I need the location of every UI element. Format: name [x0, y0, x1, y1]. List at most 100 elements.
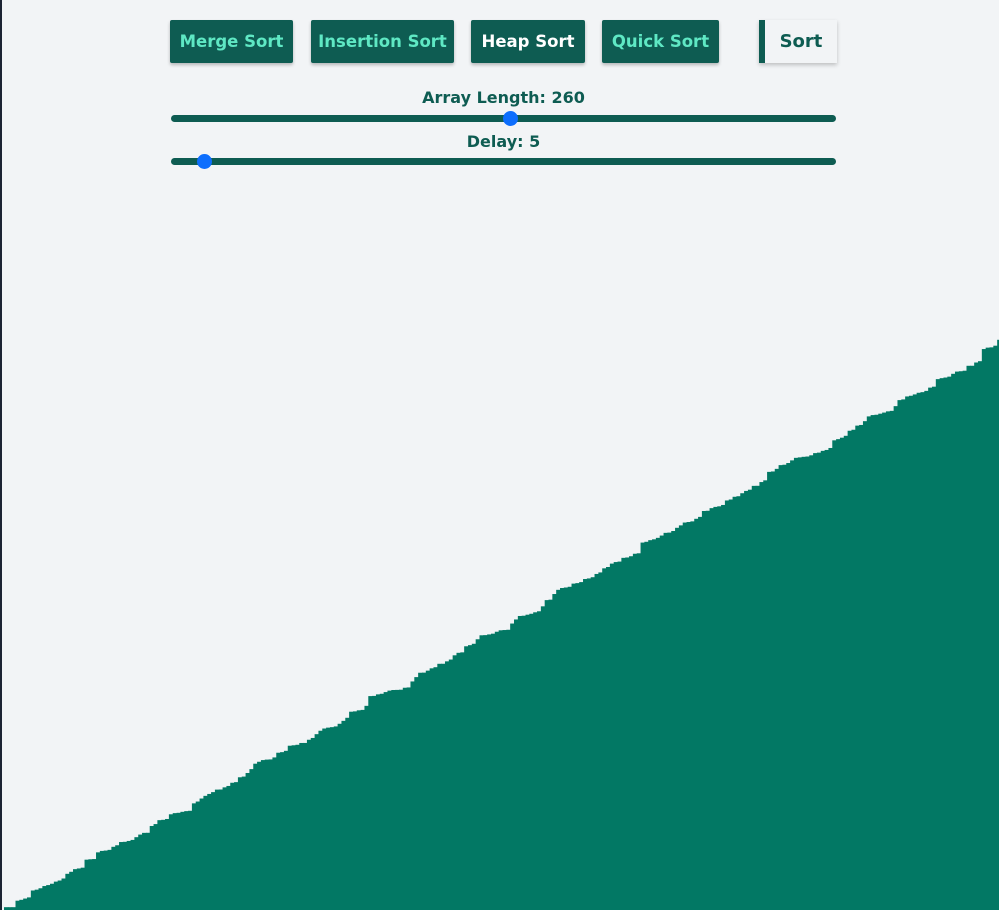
array-bar	[471, 643, 477, 910]
array-bar	[575, 583, 580, 910]
array-bar	[655, 537, 661, 910]
array-bar	[993, 345, 998, 910]
array-bar	[57, 880, 63, 910]
array-bar	[272, 757, 277, 910]
array-bar	[145, 832, 151, 910]
array-bar	[92, 859, 97, 910]
array-bar	[682, 522, 688, 910]
array-bar	[349, 711, 354, 910]
array-bar	[751, 485, 757, 910]
array-bar	[977, 361, 983, 910]
array-bar	[23, 898, 28, 910]
array-bar	[96, 852, 101, 910]
array-bar	[556, 589, 561, 910]
array-bar	[962, 370, 968, 910]
array-bar	[560, 588, 565, 910]
array-bar	[444, 661, 450, 910]
array-bar	[690, 521, 695, 910]
array-bar	[398, 689, 404, 910]
array-bar	[908, 395, 914, 910]
array-bar	[786, 463, 791, 910]
array-bar	[19, 899, 24, 910]
array-bar	[226, 785, 231, 910]
array-bar	[824, 449, 830, 910]
array-bar	[487, 634, 492, 910]
array-bar	[253, 763, 258, 910]
array-bar	[958, 371, 964, 910]
array-bar	[851, 429, 856, 910]
array-bar	[878, 413, 883, 910]
array-bar	[27, 897, 32, 910]
array-bar	[287, 745, 293, 910]
array-bar	[583, 579, 588, 910]
array-bar	[548, 599, 553, 910]
array-bar	[50, 883, 55, 910]
array-bar	[191, 803, 197, 910]
array-bar	[203, 795, 208, 910]
array-bar	[563, 587, 569, 910]
array-bar	[951, 373, 956, 910]
array-bar	[947, 376, 952, 910]
array-bar	[42, 886, 47, 910]
array-bar	[805, 456, 810, 910]
array-bar	[502, 630, 507, 910]
array-bar	[874, 414, 879, 910]
array-bar	[491, 633, 496, 910]
array-bar	[429, 668, 435, 910]
array-bar	[391, 690, 396, 910]
array-bar	[897, 400, 902, 910]
array-bar	[441, 663, 446, 910]
array-bar	[372, 695, 377, 910]
array-bar	[260, 760, 266, 910]
array-bar	[176, 812, 181, 910]
array-bar	[606, 567, 611, 910]
array-bar	[774, 468, 780, 910]
array-bar	[843, 435, 849, 910]
array-bar	[533, 612, 538, 910]
array-bar	[283, 750, 289, 910]
array-bar	[437, 663, 442, 910]
array-bar	[912, 394, 918, 910]
array-bar	[241, 776, 247, 910]
array-bar	[901, 399, 906, 910]
array-bar	[333, 726, 339, 910]
array-bar	[717, 506, 722, 910]
array-bar	[237, 777, 243, 910]
array-bar	[188, 810, 193, 910]
array-bar	[299, 742, 304, 910]
array-bar	[617, 561, 622, 910]
array-bar	[464, 646, 469, 910]
array-bar	[778, 465, 784, 910]
array-bar	[759, 482, 764, 910]
array-bar	[701, 510, 707, 910]
array-bar	[855, 425, 860, 910]
array-bar	[928, 387, 933, 910]
array-bar	[314, 734, 320, 910]
array-bar	[460, 652, 465, 910]
array-bar	[418, 672, 423, 910]
array-bar	[866, 416, 872, 910]
array-bar	[115, 845, 120, 910]
array-bar	[648, 540, 653, 910]
array-bar	[629, 556, 634, 910]
array-bar	[510, 623, 515, 910]
array-bar	[816, 452, 822, 910]
array-bar	[721, 504, 726, 910]
array-bar	[368, 696, 373, 910]
array-bar	[134, 837, 139, 910]
array-bar	[433, 667, 438, 910]
array-bar	[341, 720, 346, 910]
array-bar	[767, 471, 772, 910]
array-bar	[793, 457, 799, 910]
array-bar	[15, 900, 20, 910]
array-bar	[924, 390, 929, 910]
array-bar	[920, 392, 925, 910]
array-bar	[421, 672, 427, 910]
array-bar	[161, 819, 166, 910]
array-bar	[80, 867, 86, 910]
array-bar	[790, 460, 795, 910]
array-bar	[264, 759, 270, 910]
array-bar	[797, 457, 803, 910]
array-bar	[801, 456, 807, 910]
array-bar	[525, 614, 530, 910]
